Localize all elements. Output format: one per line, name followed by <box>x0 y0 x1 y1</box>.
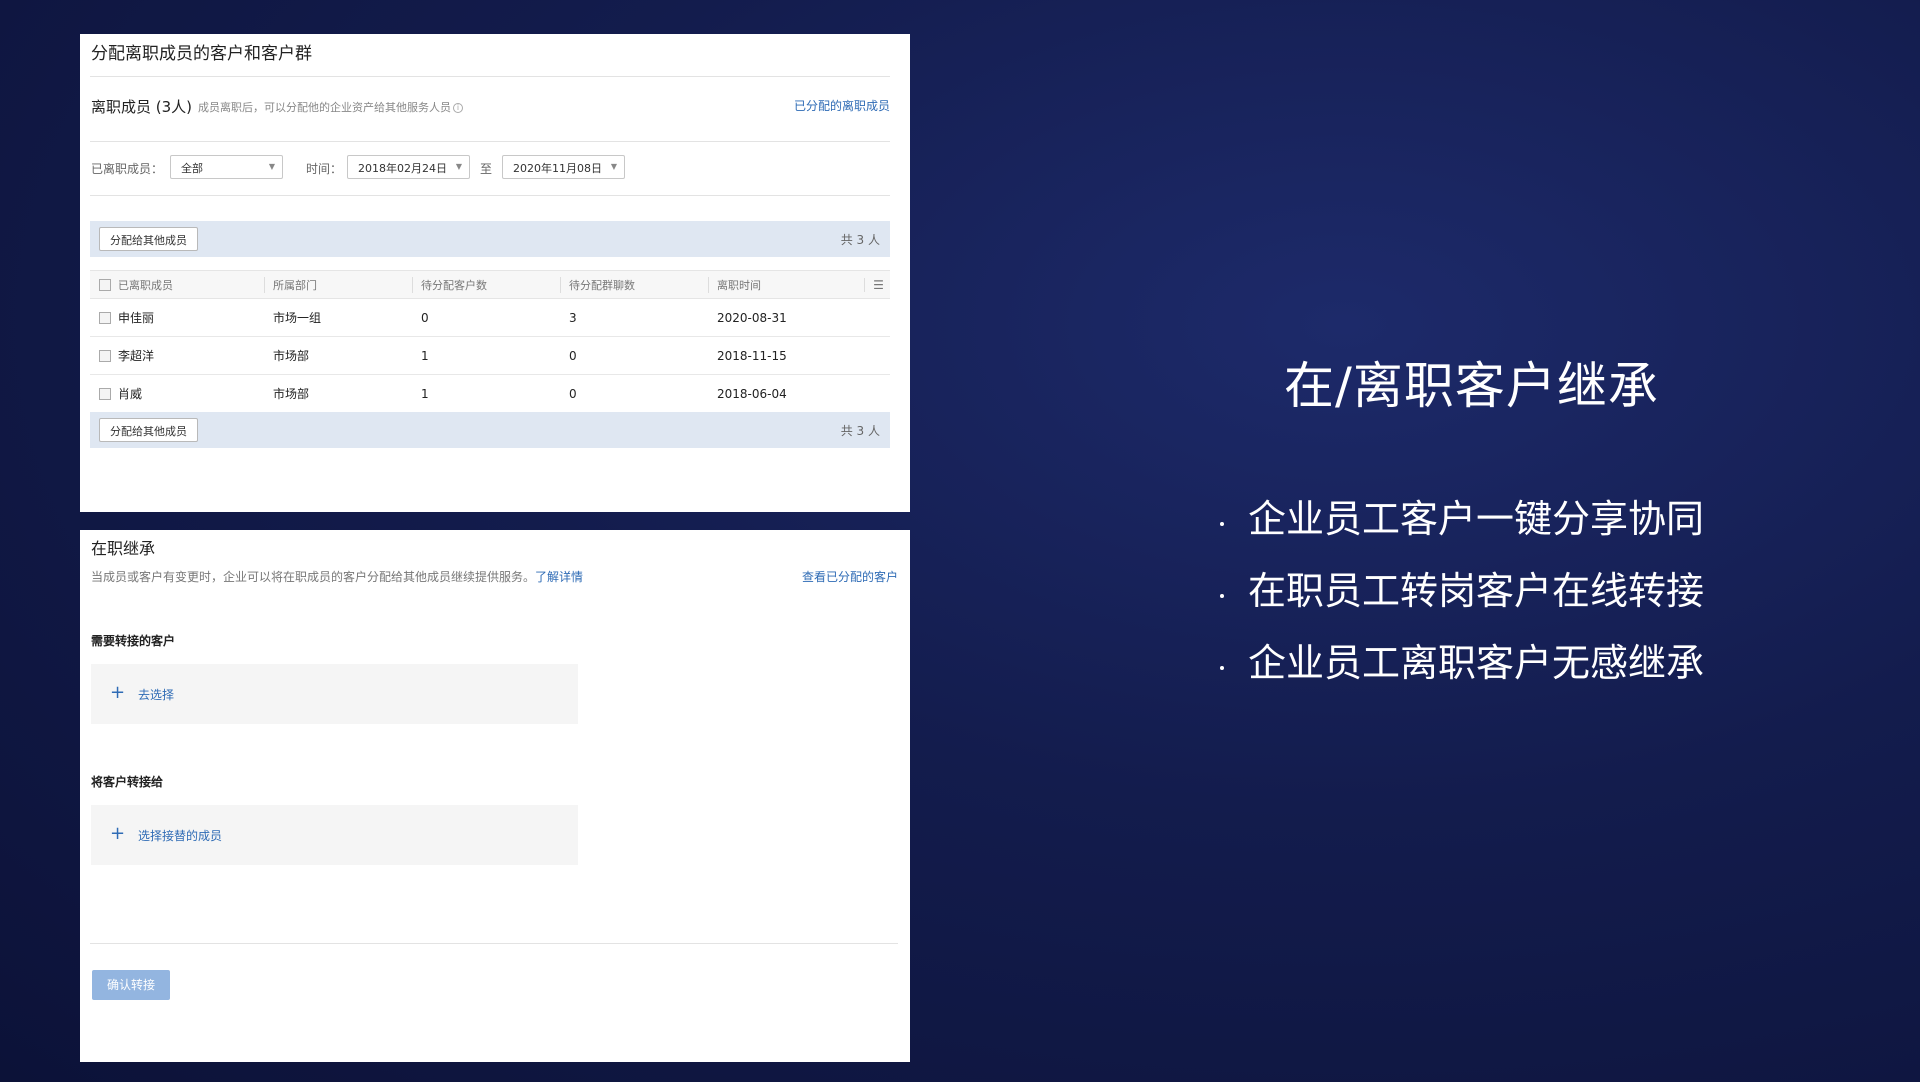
member-filter-value: 全部 <box>181 162 203 175</box>
table-toolbar-top: 分配给其他成员 共 3 人 <box>90 221 890 257</box>
panel-title: 在职继承 <box>91 539 156 558</box>
departed-members-table: 已离职成员 所属部门 待分配客户数 待分配群聊数 离职时间 ☰ 申佳丽 市场一组… <box>90 270 890 413</box>
cell-department: 市场部 <box>264 336 412 375</box>
feature-bullet: 企业员工离职客户无感继承 <box>1220 632 1704 687</box>
row-checkbox[interactable] <box>99 350 111 362</box>
total-count: 共 3 人 <box>840 424 880 438</box>
feature-bullet: 在职员工转岗客户在线转接 <box>1220 560 1704 615</box>
total-count: 共 3 人 <box>840 233 880 247</box>
select-all-checkbox[interactable] <box>99 279 111 291</box>
cell-leave-date: 2018-11-15 <box>708 336 858 375</box>
departed-members-panel: 分配离职成员的客户和客户群 离职成员 (3人) 成员离职后，可以分配他的企业资产… <box>80 34 910 512</box>
panel-title: 分配离职成员的客户和客户群 <box>91 44 312 64</box>
member-filter-select[interactable]: 全部 ▼ <box>170 155 283 179</box>
assign-to-others-button[interactable]: 分配给其他成员 <box>99 418 198 442</box>
panel-description: 当成员或客户有变更时，企业可以将在职成员的客户分配给其他成员继续提供服务。了解详… <box>91 568 583 585</box>
divider <box>90 943 898 944</box>
need-transfer-label: 需要转接的客户 <box>91 634 176 648</box>
cell-department: 市场部 <box>264 374 412 413</box>
chevron-down-icon: ▼ <box>610 162 617 171</box>
col-header-customers: 待分配客户数 <box>412 276 487 293</box>
cell-member: 肖威 <box>118 374 264 413</box>
cell-customers: 1 <box>412 374 560 413</box>
chevron-down-icon: ▼ <box>268 162 275 171</box>
select-member-box[interactable]: + 选择接替的成员 <box>91 805 578 865</box>
cell-leave-date: 2018-06-04 <box>708 374 858 413</box>
cell-leave-date: 2020-08-31 <box>708 298 858 337</box>
table-header-row: 已离职成员 所属部门 待分配客户数 待分配群聊数 离职时间 ☰ <box>90 270 890 299</box>
view-assigned-customers-link[interactable]: 查看已分配的客户 <box>802 568 898 585</box>
cell-groups: 0 <box>560 374 708 413</box>
chevron-down-icon: ▼ <box>455 162 462 171</box>
feature-bullet: 企业员工客户一键分享协同 <box>1220 488 1704 543</box>
bullet-icon <box>1220 593 1224 598</box>
col-header-member: 已离职成员 <box>118 278 173 292</box>
select-member-link[interactable]: 选择接替的成员 <box>138 827 222 844</box>
table-row[interactable]: 李超洋 市场部 1 0 2018-11-15 <box>90 336 890 375</box>
row-checkbox[interactable] <box>99 388 111 400</box>
cell-groups: 3 <box>560 298 708 337</box>
date-range-separator: 至 <box>480 162 493 176</box>
learn-more-link[interactable]: 了解详情 <box>535 570 583 584</box>
col-header-groups: 待分配群聊数 <box>560 276 635 293</box>
cell-member: 申佳丽 <box>118 298 264 337</box>
cell-groups: 0 <box>560 336 708 375</box>
bullet-icon <box>1220 521 1224 526</box>
bullet-icon <box>1220 665 1224 670</box>
column-settings-icon[interactable]: ☰ <box>864 277 884 292</box>
divider <box>90 76 890 77</box>
col-header-department: 所属部门 <box>264 276 317 293</box>
slide-title: 在/离职客户继承 <box>1284 357 1659 415</box>
divider <box>90 141 890 142</box>
select-customers-link[interactable]: 去选择 <box>138 686 174 703</box>
date-from-picker[interactable]: 2018年02月24日 ▼ <box>347 155 470 179</box>
info-icon[interactable]: i <box>453 103 463 113</box>
section-title: 离职成员 (3人) <box>91 98 193 116</box>
transfer-to-label: 将客户转接给 <box>91 775 164 789</box>
date-from-value: 2018年02月24日 <box>358 162 447 175</box>
description-text: 当成员或客户有变更时，企业可以将在职成员的客户分配给其他成员继续提供服务。 <box>91 570 536 584</box>
feature-text: 在职员工转岗客户在线转接 <box>1248 569 1705 613</box>
section-note-text: 成员离职后，可以分配他的企业资产给其他服务人员 <box>198 101 451 114</box>
member-filter-label: 已离职成员： <box>91 162 164 176</box>
section-note: 成员离职后，可以分配他的企业资产给其他服务人员 i <box>198 99 463 115</box>
cell-customers: 1 <box>412 336 560 375</box>
divider <box>90 195 890 196</box>
row-checkbox[interactable] <box>99 312 111 324</box>
cell-customers: 0 <box>412 298 560 337</box>
assign-to-others-button[interactable]: 分配给其他成员 <box>99 227 198 251</box>
time-label: 时间： <box>306 162 343 176</box>
table-row[interactable]: 申佳丽 市场一组 0 3 2020-08-31 <box>90 298 890 337</box>
plus-icon: + <box>110 823 126 844</box>
cell-member: 李超洋 <box>118 336 264 375</box>
feature-text: 企业员工离职客户无感继承 <box>1248 641 1705 685</box>
date-to-picker[interactable]: 2020年11月08日 ▼ <box>502 155 625 179</box>
assigned-departed-link[interactable]: 已分配的离职成员 <box>794 97 890 114</box>
select-customers-box[interactable]: + 去选择 <box>91 664 578 724</box>
in-service-transfer-panel: 在职继承 当成员或客户有变更时，企业可以将在职成员的客户分配给其他成员继续提供服… <box>80 530 910 1062</box>
plus-icon: + <box>110 682 126 703</box>
date-to-value: 2020年11月08日 <box>513 162 602 175</box>
col-header-leave-date: 离职时间 <box>708 276 761 293</box>
feature-text: 企业员工客户一键分享协同 <box>1248 497 1705 541</box>
cell-department: 市场一组 <box>264 298 412 337</box>
table-row[interactable]: 肖威 市场部 1 0 2018-06-04 <box>90 374 890 413</box>
confirm-transfer-button[interactable]: 确认转接 <box>92 970 170 1000</box>
table-toolbar-bottom: 分配给其他成员 共 3 人 <box>90 412 890 448</box>
